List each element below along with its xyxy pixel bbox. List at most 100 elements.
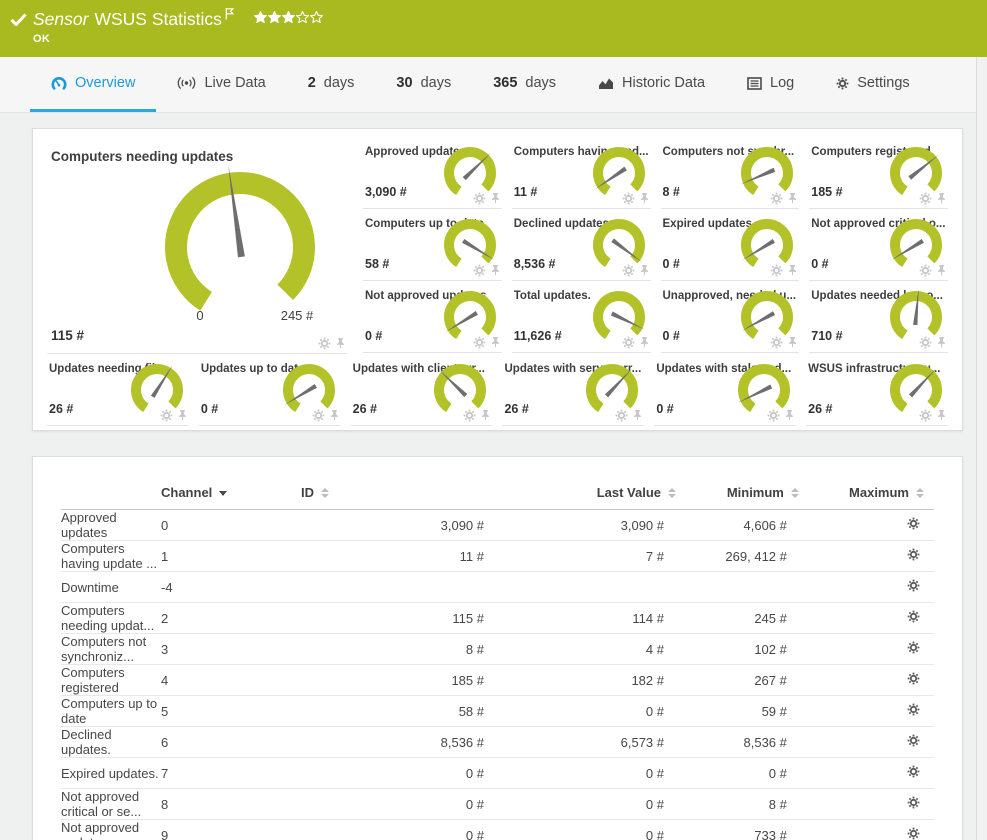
pin-channel-icon[interactable]: [335, 337, 346, 350]
channel-settings-gear-icon[interactable]: [919, 409, 932, 422]
pin-channel-icon[interactable]: [639, 264, 650, 277]
column-header[interactable]: ID: [301, 475, 506, 510]
channel-settings-gear-icon[interactable]: [312, 409, 325, 422]
edit-channel-gear-icon[interactable]: [907, 517, 920, 530]
pin-channel-icon[interactable]: [784, 409, 795, 422]
pin-channel-icon[interactable]: [639, 192, 650, 205]
star-filled-icon[interactable]: [254, 11, 267, 23]
channel-settings-gear-icon[interactable]: [318, 337, 331, 350]
pin-channel-icon[interactable]: [787, 264, 798, 277]
table-row[interactable]: Computers not synchroniz... 3 8 # 4 # 10…: [61, 634, 934, 665]
channel-settings-gear-icon[interactable]: [622, 264, 635, 277]
cell-last-value: 58 #: [301, 696, 506, 727]
edit-channel-gear-icon[interactable]: [907, 641, 920, 654]
edit-channel-gear-icon[interactable]: [907, 610, 920, 623]
table-row[interactable]: Computers up to date 5 58 # 0 # 59 #: [61, 696, 934, 727]
sort-toggle-icon[interactable]: [668, 488, 676, 498]
sort-desc-icon[interactable]: [219, 491, 227, 496]
sort-toggle-icon[interactable]: [916, 488, 924, 498]
table-row[interactable]: Declined updates. 6 8,536 # 6,573 # 8,53…: [61, 727, 934, 758]
cell-minimum: 7 #: [506, 541, 686, 572]
tab-label: days: [421, 75, 452, 91]
pin-channel-icon[interactable]: [480, 409, 491, 422]
cell-last-value: 8 #: [301, 634, 506, 665]
column-header[interactable]: Minimum: [686, 475, 809, 510]
pin-channel-icon[interactable]: [177, 409, 188, 422]
edit-channel-gear-icon[interactable]: [907, 734, 920, 747]
channel-settings-gear-icon[interactable]: [473, 192, 486, 205]
sort-toggle-icon[interactable]: [791, 488, 799, 498]
edit-channel-gear-icon[interactable]: [907, 579, 920, 592]
gauge-value: 26 #: [808, 402, 832, 416]
tab-30-days[interactable]: 30 days: [375, 57, 472, 112]
cell-maximum: 245 #: [686, 603, 809, 634]
gauge-value: 0 #: [201, 402, 218, 416]
cell-channel: Computers not synchroniz...: [61, 634, 161, 665]
pin-channel-icon[interactable]: [329, 409, 340, 422]
table-row[interactable]: Computers having update ... 1 11 # 7 # 2…: [61, 541, 934, 572]
tab-historic-data[interactable]: Historic Data: [577, 57, 726, 112]
edit-channel-gear-icon[interactable]: [907, 548, 920, 561]
channel-settings-gear-icon[interactable]: [615, 409, 628, 422]
tab-2-days[interactable]: 2 days: [287, 57, 376, 112]
flag-icon[interactable]: [225, 7, 234, 25]
edit-channel-gear-icon[interactable]: [907, 703, 920, 716]
table-row[interactable]: Downtime -4: [61, 572, 934, 603]
cell-maximum: 733 #: [686, 820, 809, 840]
channel-settings-gear-icon[interactable]: [463, 409, 476, 422]
column-header[interactable]: Maximum: [809, 475, 934, 510]
gauge-value: 26 #: [353, 402, 377, 416]
edit-channel-gear-icon[interactable]: [907, 765, 920, 778]
tab-live-data[interactable]: Live Data: [156, 57, 286, 112]
content-area: Computers needing updates 0245 # 115 # A…: [0, 113, 987, 840]
column-header[interactable]: Channel: [161, 475, 301, 510]
channel-settings-gear-icon[interactable]: [473, 264, 486, 277]
pin-channel-icon[interactable]: [787, 192, 798, 205]
pin-channel-icon[interactable]: [936, 192, 947, 205]
tab-settings[interactable]: Settings: [815, 57, 930, 112]
table-row[interactable]: Computers needing updat... 2 115 # 114 #…: [61, 603, 934, 634]
pin-channel-icon[interactable]: [936, 336, 947, 349]
table-row[interactable]: Not approved updates. 9 0 # 0 # 733 #: [61, 820, 934, 840]
pin-channel-icon[interactable]: [490, 264, 501, 277]
channel-settings-gear-icon[interactable]: [770, 192, 783, 205]
priority-star-rating[interactable]: [254, 11, 323, 23]
tab-overview[interactable]: Overview: [30, 57, 156, 112]
table-row[interactable]: Not approved critical or se... 8 0 # 0 #…: [61, 789, 934, 820]
channel-settings-gear-icon[interactable]: [770, 264, 783, 277]
pin-channel-icon[interactable]: [632, 409, 643, 422]
pin-channel-icon[interactable]: [787, 336, 798, 349]
pin-channel-icon[interactable]: [639, 336, 650, 349]
star-empty-icon[interactable]: [296, 11, 309, 23]
channel-settings-gear-icon[interactable]: [919, 192, 932, 205]
channel-settings-gear-icon[interactable]: [160, 409, 173, 422]
tab-365-days[interactable]: 365 days: [472, 57, 577, 112]
table-row[interactable]: Expired updates. 7 0 # 0 # 0 #: [61, 758, 934, 789]
table-row[interactable]: Computers registered 4 185 # 182 # 267 #: [61, 665, 934, 696]
star-filled-icon[interactable]: [268, 11, 281, 23]
pin-channel-icon[interactable]: [936, 264, 947, 277]
star-empty-icon[interactable]: [310, 11, 323, 23]
cell-minimum: 0 #: [506, 789, 686, 820]
channel-settings-gear-icon[interactable]: [767, 409, 780, 422]
tab-log[interactable]: Log: [726, 57, 815, 112]
gauge-icon: [51, 76, 67, 91]
channel-settings-gear-icon[interactable]: [919, 336, 932, 349]
star-filled-icon[interactable]: [282, 11, 295, 23]
edit-channel-gear-icon[interactable]: [907, 796, 920, 809]
vertical-scrollbar[interactable]: [976, 57, 987, 840]
pin-channel-icon[interactable]: [936, 409, 947, 422]
edit-channel-gear-icon[interactable]: [907, 827, 920, 840]
channel-settings-gear-icon[interactable]: [919, 264, 932, 277]
channel-settings-gear-icon[interactable]: [622, 192, 635, 205]
channel-settings-gear-icon[interactable]: [622, 336, 635, 349]
pin-channel-icon[interactable]: [490, 192, 501, 205]
sort-toggle-icon[interactable]: [321, 488, 329, 498]
cell-maximum: 102 #: [686, 634, 809, 665]
channel-settings-gear-icon[interactable]: [770, 336, 783, 349]
pin-channel-icon[interactable]: [490, 336, 501, 349]
table-row[interactable]: Approved updates 0 3,090 # 3,090 # 4,606…: [61, 510, 934, 541]
channel-settings-gear-icon[interactable]: [473, 336, 486, 349]
edit-channel-gear-icon[interactable]: [907, 672, 920, 685]
column-header[interactable]: Last Value: [506, 475, 686, 510]
